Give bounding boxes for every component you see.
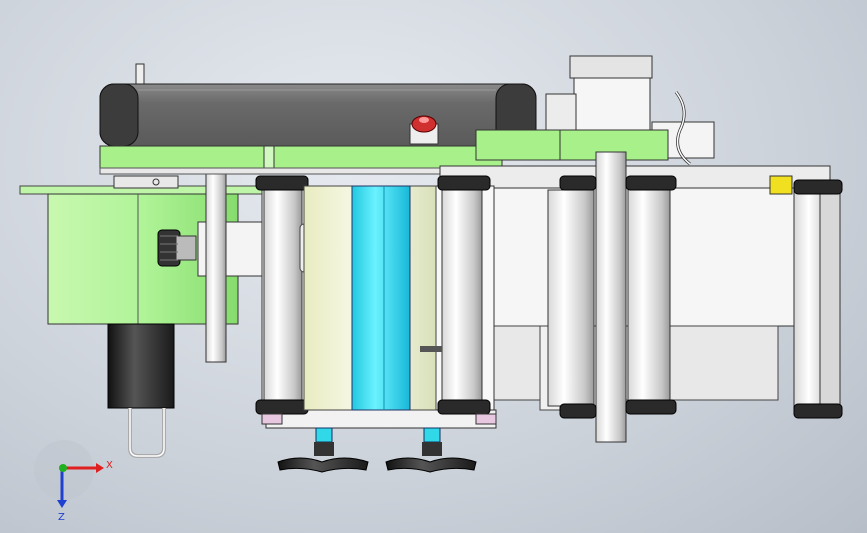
- vertical-rod-left: [205, 165, 227, 363]
- cad-viewport[interactable]: X Z: [0, 0, 867, 533]
- y-axis-dot: [59, 464, 67, 472]
- t-handle-right[interactable]: [385, 427, 477, 473]
- t-handle-left[interactable]: [277, 427, 369, 473]
- axis-triad: X Z: [34, 440, 113, 523]
- motor-body: [107, 323, 175, 458]
- left-roller: [255, 175, 311, 415]
- indicator-light: [409, 115, 439, 145]
- z-axis-label: Z: [58, 512, 65, 523]
- drum-bushing: [113, 175, 179, 189]
- x-axis-label: X: [106, 460, 113, 471]
- pink-marker-right: [475, 413, 497, 425]
- machine-drawing: X Z: [19, 55, 843, 523]
- pink-marker-left: [261, 413, 283, 425]
- label-roll: [303, 185, 437, 411]
- top-gray-housing: [99, 63, 537, 147]
